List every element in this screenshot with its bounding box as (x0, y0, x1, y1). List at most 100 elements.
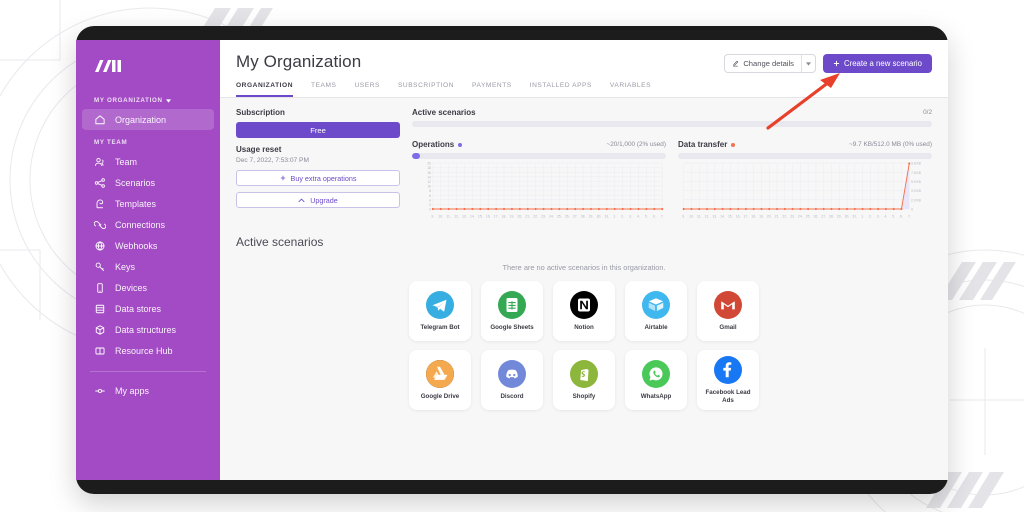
subscription-panel: Subscription Free Usage reset Dec 7, 202… (236, 108, 400, 221)
sidebar-item-keys[interactable]: Keys (82, 256, 214, 277)
google-sheets-icon (498, 290, 526, 319)
app-tile[interactable]: Shopify (553, 350, 615, 410)
sidebar-item-team[interactable]: Team (82, 151, 214, 172)
svg-text:17.: 17. (744, 214, 749, 218)
svg-text:19.: 19. (510, 214, 515, 218)
app-tile-label: WhatsApp (640, 392, 672, 400)
change-details-button[interactable]: Change details (724, 54, 816, 73)
svg-text:24.: 24. (549, 214, 554, 218)
chevron-down-icon (165, 98, 171, 103)
device-icon (94, 282, 106, 294)
tab-variables[interactable]: VARIABLES (610, 82, 651, 97)
app-tile[interactable]: Facebook Lead Ads (697, 350, 759, 410)
tab-organization[interactable]: ORGANIZATION (236, 82, 294, 97)
tab-users[interactable]: USERS (355, 82, 380, 97)
svg-text:21.: 21. (775, 214, 780, 218)
sidebar-item-devices[interactable]: Devices (82, 277, 214, 298)
status-dot (458, 142, 463, 147)
sidebar-item-label: Team (115, 156, 138, 167)
svg-text:15.: 15. (728, 214, 733, 218)
svg-text:10.: 10. (438, 214, 443, 218)
svg-text:3.: 3. (629, 214, 632, 218)
operations-chart: 02468101214161820 9. 10. 11. 12. 13. 14. 15. 16.… (427, 162, 664, 219)
sidebar-item-data-structures[interactable]: Data structures (82, 319, 214, 340)
node-icon (94, 385, 106, 397)
svg-text:10: 10 (427, 185, 431, 189)
page-title: My Organization (236, 52, 362, 71)
sidebar-item-data-stores[interactable]: Data stores (82, 298, 214, 319)
sidebar-item-label: Organization (115, 114, 167, 125)
svg-text:16.: 16. (486, 214, 491, 218)
chevron-down-icon (805, 61, 811, 66)
svg-text:2.: 2. (621, 214, 624, 218)
meter-title: Data transfer (678, 140, 728, 149)
app-tile[interactable]: Airtable (625, 281, 687, 341)
app-tile-label: Notion (574, 323, 594, 331)
app-tile-row: Google Drive Discord Shopify WhatsApp Facebo… (236, 350, 932, 410)
sidebar-item-connections[interactable]: Connections (82, 214, 214, 235)
edit-icon (733, 60, 739, 67)
sidebar-item-organization[interactable]: Organization (82, 109, 214, 130)
tab-payments[interactable]: PAYMENTS (472, 82, 512, 97)
app-tile[interactable]: Discord (481, 350, 543, 410)
svg-text:5.: 5. (892, 214, 895, 218)
change-details-label: Change details (743, 59, 794, 68)
svg-text:3.: 3. (877, 214, 880, 218)
sidebar-item-label: Connections (115, 219, 166, 230)
svg-text:22.: 22. (782, 214, 787, 218)
svg-text:7.8 KB: 7.8 KB (911, 171, 921, 175)
svg-text:4.: 4. (637, 214, 640, 218)
svg-text:4.: 4. (884, 214, 887, 218)
svg-text:12.: 12. (705, 214, 710, 218)
svg-text:7.: 7. (661, 214, 664, 218)
usage-reset-label: Usage reset (236, 145, 282, 154)
tab-subscription[interactable]: SUBSCRIPTION (398, 82, 454, 97)
svg-text:14.: 14. (470, 214, 475, 218)
svg-text:10.: 10. (689, 214, 694, 218)
chart-data-transfer: Data transfer ~9.7 KB/512.0 MB (0% used)… (678, 134, 932, 221)
shopify-icon (570, 359, 598, 388)
svg-text:25.: 25. (806, 214, 811, 218)
plus-icon (833, 60, 840, 67)
app-tile[interactable]: Google Sheets (481, 281, 543, 341)
sidebar-item-scenarios[interactable]: Scenarios (82, 172, 214, 193)
svg-text:29.: 29. (589, 214, 594, 218)
svg-text:20.: 20. (767, 214, 772, 218)
sidebar-item-resource-hub[interactable]: Resource Hub (82, 340, 214, 361)
app-tile-row: Telegram Bot Google Sheets Notion Airtable G… (236, 281, 932, 341)
section-title: Active scenarios (236, 235, 324, 249)
app-tile-label: Discord (500, 392, 524, 400)
sidebar-item-my-apps[interactable]: My apps (82, 380, 214, 401)
upgrade-button[interactable]: Upgrade (236, 192, 400, 208)
svg-text:14: 14 (427, 175, 431, 179)
app-tile[interactable]: Notion (553, 281, 615, 341)
sidebar-group-my-organization[interactable]: MY ORGANIZATION (76, 88, 220, 109)
svg-text:31.: 31. (852, 214, 857, 218)
app-tile[interactable]: Telegram Bot (409, 281, 471, 341)
svg-text:1.: 1. (861, 214, 864, 218)
create-scenario-button[interactable]: Create a new scenario (822, 54, 932, 73)
app-tile[interactable]: Gmail (697, 281, 759, 341)
svg-text:17.: 17. (494, 214, 499, 218)
app-tile[interactable]: Google Drive (409, 350, 471, 410)
sidebar-item-label: Resource Hub (115, 345, 173, 356)
book-icon (94, 345, 106, 357)
svg-text:18.: 18. (502, 214, 507, 218)
sidebar-item-templates[interactable]: Templates (82, 193, 214, 214)
link-icon (94, 219, 106, 231)
svg-text:2.: 2. (869, 214, 872, 218)
sidebar-item-webhooks[interactable]: Webhooks (82, 235, 214, 256)
svg-text:19.: 19. (759, 214, 764, 218)
chart-operations: Operations ~20/1,000 (2% used) 0 2 4 6 8 10 12… (412, 134, 666, 221)
plan-badge[interactable]: Free (236, 122, 400, 138)
change-details-dropdown-toggle[interactable] (800, 55, 815, 72)
tab-installed-apps[interactable]: INSTALLED APPS (530, 82, 592, 97)
svg-text:6.: 6. (653, 214, 656, 218)
make-logo-icon[interactable] (76, 54, 220, 88)
app-tile[interactable]: WhatsApp (625, 350, 687, 410)
tab-teams[interactable]: TEAMS (311, 82, 336, 97)
sidebar-item-label: Webhooks (115, 240, 158, 251)
svg-text:8: 8 (429, 189, 431, 193)
app-tile-label: Google Sheets (490, 323, 534, 331)
buy-extra-operations-button[interactable]: Buy extra operations (236, 170, 400, 186)
